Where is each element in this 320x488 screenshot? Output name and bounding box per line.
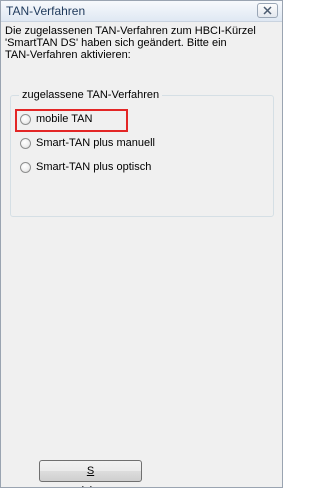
window-title: TAN-Verfahren [6,4,86,18]
tan-dialog-window: TAN-Verfahren Die zugelassenen TAN-Verfa… [0,0,283,488]
radio-button[interactable] [20,138,31,149]
group-legend: zugelassene TAN-Verfahren [19,89,163,101]
radio-label: Smart-TAN plus manuell [36,137,155,149]
title-bar[interactable]: TAN-Verfahren [1,1,282,22]
close-button[interactable] [257,3,278,18]
save-label-rest: peichern [40,481,141,487]
close-x-icon [263,6,272,15]
instruction-text: Die zugelassenen TAN-Verfahren zum HBCI-… [5,25,256,61]
save-button[interactable]: Speichern [39,460,142,487]
radio-button[interactable] [20,162,31,173]
save-mnemonic: S [86,465,95,477]
highlight-box [15,109,128,132]
radio-label: Smart-TAN plus optisch [36,161,152,173]
save-button-label: Speichern [40,461,141,487]
